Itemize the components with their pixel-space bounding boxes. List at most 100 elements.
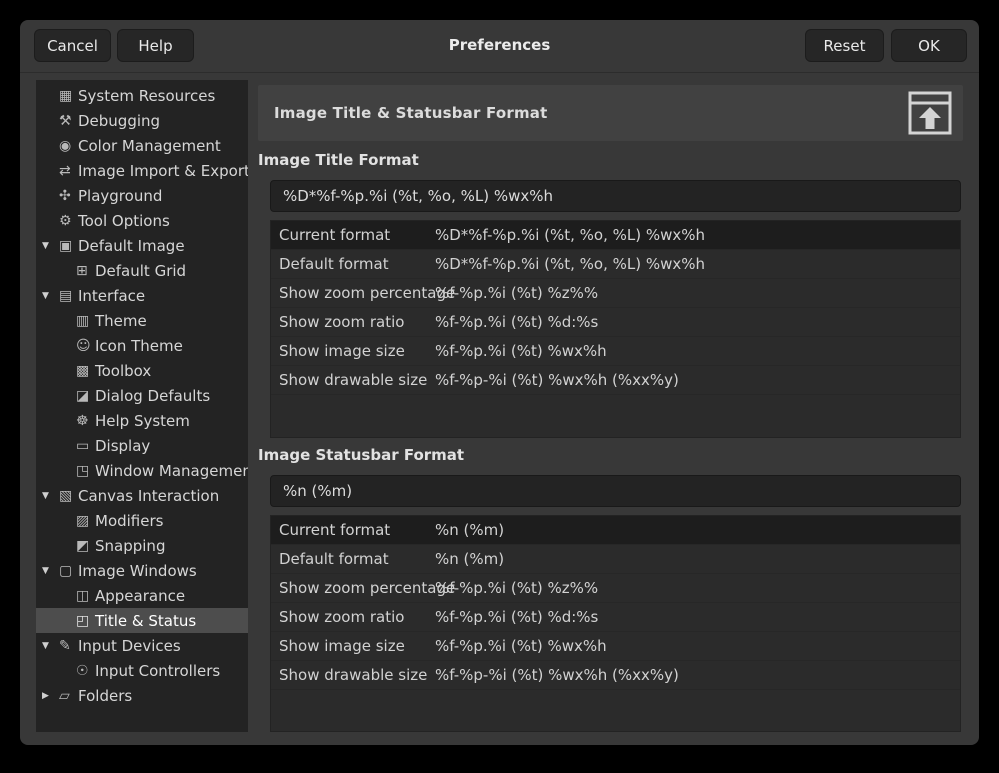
format-row-label: Show zoom ratio — [279, 608, 435, 626]
format-row-label: Current format — [279, 226, 435, 244]
statusbar-format-input[interactable] — [270, 475, 961, 507]
preferences-dialog: Cancel Help Preferences Reset OK ▦ Syste… — [20, 20, 979, 745]
sidebar-item-image-windows[interactable]: ▼ ▢ Image Windows — [36, 558, 248, 583]
sidebar-item-label: Tool Options — [78, 212, 170, 230]
sidebar-item-label: Theme — [95, 312, 147, 330]
sidebar-item-display[interactable]: ▭ Display — [36, 433, 248, 458]
format-row[interactable]: Show zoom percentage %f-%p.%i (%t) %z%% — [271, 574, 960, 603]
expander-icon[interactable]: ▼ — [42, 241, 59, 251]
sidebar-item-help-system[interactable]: ☸ Help System — [36, 408, 248, 433]
input-controllers-icon: ☉ — [76, 663, 95, 679]
format-row[interactable]: Show drawable size %f-%p-%i (%t) %wx%h (… — [271, 661, 960, 690]
main-panel: Image Title & Statusbar Format Image Tit… — [258, 85, 963, 732]
format-row[interactable]: Current format %n (%m) — [271, 516, 960, 545]
reset-button[interactable]: Reset — [805, 29, 884, 62]
format-row-label: Default format — [279, 550, 435, 568]
sidebar-item-color-management[interactable]: ◉ Color Management — [36, 133, 248, 158]
format-row-value: %f-%p.%i (%t) %wx%h — [435, 637, 960, 655]
format-row-value: %f-%p.%i (%t) %d:%s — [435, 608, 960, 626]
format-row-label: Show zoom ratio — [279, 313, 435, 331]
statusbar-format-list: Current format %n (%m) Default format %n… — [270, 515, 961, 732]
sidebar-item-label: Modifiers — [95, 512, 163, 530]
sidebar-item-appearance[interactable]: ◫ Appearance — [36, 583, 248, 608]
sidebar-item-snapping[interactable]: ◩ Snapping — [36, 533, 248, 558]
screen: Cancel Help Preferences Reset OK ▦ Syste… — [0, 0, 999, 773]
page-title: Image Title & Statusbar Format — [274, 104, 547, 122]
sidebar-item-label: Icon Theme — [95, 337, 183, 355]
sidebar-item-label: Canvas Interaction — [78, 487, 219, 505]
title-format-list: Current format %D*%f-%p.%i (%t, %o, %L) … — [270, 220, 961, 438]
dialog-defaults-icon: ◪ — [76, 388, 95, 404]
sidebar-item-label: Input Devices — [78, 637, 181, 655]
format-row-value: %f-%p-%i (%t) %wx%h (%xx%y) — [435, 666, 960, 684]
sidebar-item-label: Help System — [95, 412, 190, 430]
sidebar-item-label: Playground — [78, 187, 162, 205]
sidebar-item-image-import-export[interactable]: ⇄ Image Import & Export — [36, 158, 248, 183]
format-row-label: Default format — [279, 255, 435, 273]
expander-icon[interactable]: ▼ — [42, 291, 59, 301]
sidebar-item-label: Image Import & Export — [78, 162, 248, 180]
color-management-icon: ◉ — [59, 138, 78, 154]
sidebar-item-window-management[interactable]: ◳ Window Management — [36, 458, 248, 483]
format-row[interactable]: Show image size %f-%p.%i (%t) %wx%h — [271, 632, 960, 661]
expander-icon[interactable]: ▼ — [42, 566, 59, 576]
interface-icon: ▤ — [59, 288, 78, 304]
format-row[interactable]: Show zoom ratio %f-%p.%i (%t) %d:%s — [271, 603, 960, 632]
sidebar-item-label: Default Grid — [95, 262, 186, 280]
expander-icon[interactable]: ▶ — [42, 691, 59, 701]
title-format-input[interactable] — [270, 180, 961, 212]
format-row-value: %f-%p.%i (%t) %wx%h — [435, 342, 960, 360]
format-row-value: %D*%f-%p.%i (%t, %o, %L) %wx%h — [435, 226, 960, 244]
sidebar-item-system-resources[interactable]: ▦ System Resources — [36, 83, 248, 108]
sidebar-item-label: Title & Status — [95, 612, 196, 630]
sidebar-item-dialog-defaults[interactable]: ◪ Dialog Defaults — [36, 383, 248, 408]
sidebar-item-label: Toolbox — [95, 362, 151, 380]
format-row[interactable]: Current format %D*%f-%p.%i (%t, %o, %L) … — [271, 221, 960, 250]
sidebar-item-playground[interactable]: ✣ Playground — [36, 183, 248, 208]
sidebar-item-label: System Resources — [78, 87, 215, 105]
appearance-icon: ◫ — [76, 588, 95, 604]
format-row[interactable]: Show image size %f-%p.%i (%t) %wx%h — [271, 337, 960, 366]
expander-icon[interactable]: ▼ — [42, 491, 59, 501]
format-row[interactable]: Show drawable size %f-%p-%i (%t) %wx%h (… — [271, 366, 960, 395]
format-row-label: Show image size — [279, 637, 435, 655]
sidebar-item-modifiers[interactable]: ▨ Modifiers — [36, 508, 248, 533]
sidebar-item-interface[interactable]: ▼ ▤ Interface — [36, 283, 248, 308]
sidebar-item-tool-options[interactable]: ⚙ Tool Options — [36, 208, 248, 233]
sidebar-item-input-devices[interactable]: ▼ ✎ Input Devices — [36, 633, 248, 658]
sidebar-item-default-image[interactable]: ▼ ▣ Default Image — [36, 233, 248, 258]
sidebar-item-canvas-interaction[interactable]: ▼ ▧ Canvas Interaction — [36, 483, 248, 508]
statusbar-format-section: Image Statusbar Format Current format %n… — [258, 446, 963, 732]
sidebar-item-label: Input Controllers — [95, 662, 220, 680]
tool-options-icon: ⚙ — [59, 213, 78, 229]
snapping-icon: ◩ — [76, 538, 95, 554]
format-row-value: %D*%f-%p.%i (%t, %o, %L) %wx%h — [435, 255, 960, 273]
input-devices-icon: ✎ — [59, 638, 78, 654]
sidebar-item-icon-theme[interactable]: ☺ Icon Theme — [36, 333, 248, 358]
sidebar-item-label: Default Image — [78, 237, 185, 255]
playground-icon: ✣ — [59, 188, 78, 204]
sidebar-item-theme[interactable]: ▥ Theme — [36, 308, 248, 333]
format-row[interactable]: Show zoom percentage %f-%p.%i (%t) %z%% — [271, 279, 960, 308]
ok-button[interactable]: OK — [891, 29, 967, 62]
format-row[interactable]: Default format %D*%f-%p.%i (%t, %o, %L) … — [271, 250, 960, 279]
sidebar-item-toolbox[interactable]: ▩ Toolbox — [36, 358, 248, 383]
canvas-interaction-icon: ▧ — [59, 488, 78, 504]
format-row[interactable]: Show zoom ratio %f-%p.%i (%t) %d:%s — [271, 308, 960, 337]
system-resources-icon: ▦ — [59, 88, 78, 104]
sidebar-item-input-controllers[interactable]: ☉ Input Controllers — [36, 658, 248, 683]
sidebar-item-label: Appearance — [95, 587, 185, 605]
format-row[interactable]: Default format %n (%m) — [271, 545, 960, 574]
format-row-label: Show drawable size — [279, 666, 435, 684]
sidebar-item-label: Folders — [78, 687, 132, 705]
display-icon: ▭ — [76, 438, 95, 454]
expander-icon[interactable]: ▼ — [42, 641, 59, 651]
modifiers-icon: ▨ — [76, 513, 95, 529]
sidebar-item-default-grid[interactable]: ⊞ Default Grid — [36, 258, 248, 283]
sidebar-item-title-status[interactable]: ◰ Title & Status — [36, 608, 248, 633]
format-row-label: Show image size — [279, 342, 435, 360]
sidebar-item-folders[interactable]: ▶ ▱ Folders — [36, 683, 248, 708]
window-management-icon: ◳ — [76, 463, 95, 479]
format-row-value: %n (%m) — [435, 521, 960, 539]
sidebar-item-debugging[interactable]: ⚒ Debugging — [36, 108, 248, 133]
